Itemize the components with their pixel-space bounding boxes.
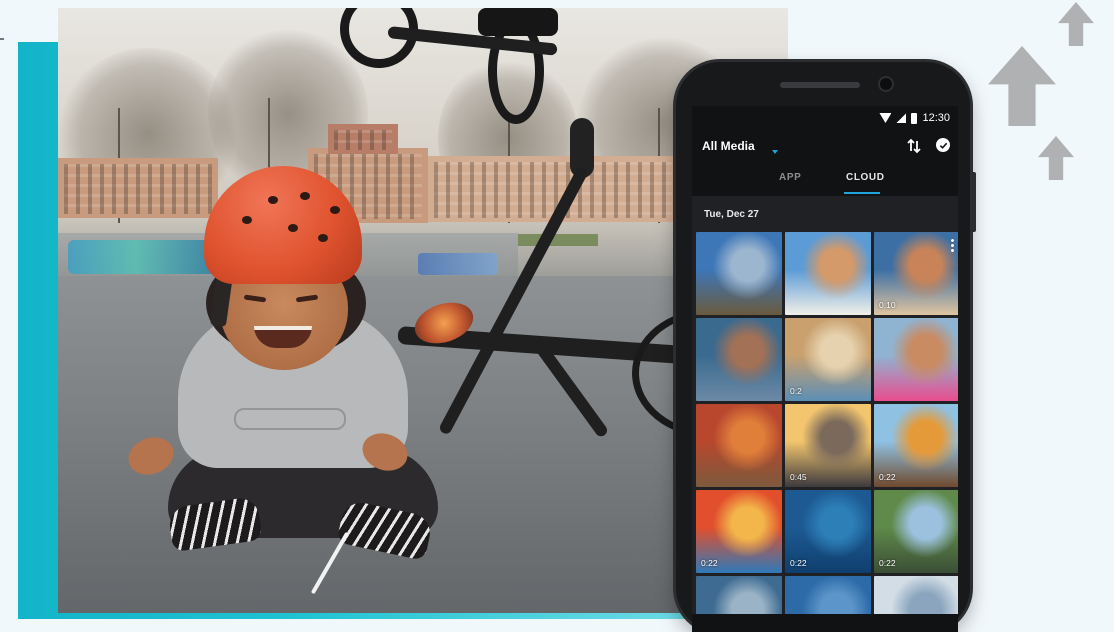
graffiti [68, 240, 218, 274]
video-duration: 0:45 [790, 472, 807, 482]
tab-cloud[interactable]: CLOUD [846, 172, 885, 183]
phone-screen: 12:30 All Media APP CLOUD Tue, Dec 27 0:… [692, 106, 958, 632]
media-grid: 0:10 0:2 0:45 0:22 0:22 0:22 0:22 [692, 232, 958, 632]
phone-speaker [780, 82, 860, 88]
media-thumbnail-coconut-drinks[interactable]: 0:2 [785, 318, 871, 401]
media-thumbnail-hiker-cliff[interactable]: 0:22 [874, 490, 958, 573]
date-header: Tue, Dec 27 [692, 196, 958, 232]
battery-icon [911, 112, 918, 124]
more-icon[interactable] [951, 238, 954, 252]
media-thumbnail-boat-selfie-sunglasses[interactable]: 0:10 [874, 232, 958, 315]
media-filter-label: All Media [702, 139, 755, 153]
media-thumbnail-ocean-aerial[interactable]: 0:22 [785, 490, 871, 573]
dropdown-icon [772, 150, 778, 154]
video-duration: 0:2 [790, 386, 802, 396]
check-icon[interactable] [936, 138, 950, 152]
building [58, 158, 218, 218]
wifi-icon [879, 113, 892, 123]
status-bar: 12:30 [692, 106, 958, 130]
active-tab-indicator [844, 192, 880, 194]
media-thumbnail-balloon-basket-view[interactable]: 0:22 [874, 404, 958, 487]
sweatshirt-print [234, 408, 346, 430]
video-duration: 0:22 [701, 558, 718, 568]
up-arrow-icon [1038, 136, 1074, 180]
app-bar: All Media [692, 130, 958, 162]
phone-mockup: 12:30 All Media APP CLOUD Tue, Dec 27 0:… [676, 62, 976, 632]
media-thumbnail-friends-selfie-water[interactable] [696, 318, 782, 401]
video-duration: 0:22 [879, 472, 896, 482]
graffiti [418, 253, 498, 275]
phone-nav-bar [692, 614, 958, 632]
video-duration: 0:22 [879, 558, 896, 568]
video-duration: 0:22 [790, 558, 807, 568]
media-thumbnail-balloon-envelope[interactable]: 0:22 [696, 490, 782, 573]
media-thumbnail-sunset-balloons[interactable]: 0:45 [785, 404, 871, 487]
media-thumbnail-lake-mountain-boat[interactable] [696, 232, 782, 315]
status-time: 12:30 [922, 112, 950, 124]
media-thumbnail-boat-selfie-dog[interactable] [785, 232, 871, 315]
phone-side-button [971, 172, 976, 232]
video-duration: 0:10 [879, 300, 896, 310]
bike-frame-airborne [478, 8, 558, 36]
up-arrow-icon [1058, 2, 1094, 46]
media-thumbnail-beach-couple[interactable] [874, 318, 958, 401]
up-arrow-icon [988, 46, 1056, 126]
sync-icon[interactable] [906, 138, 922, 154]
tab-app[interactable]: APP [779, 172, 801, 183]
corner-mark [0, 38, 4, 40]
media-tabs: APP CLOUD [692, 162, 958, 196]
building-tower [328, 124, 398, 154]
media-thumbnail-hot-air-balloon-basket[interactable] [696, 404, 782, 487]
phone-camera [880, 78, 892, 90]
signal-icon [896, 113, 907, 123]
